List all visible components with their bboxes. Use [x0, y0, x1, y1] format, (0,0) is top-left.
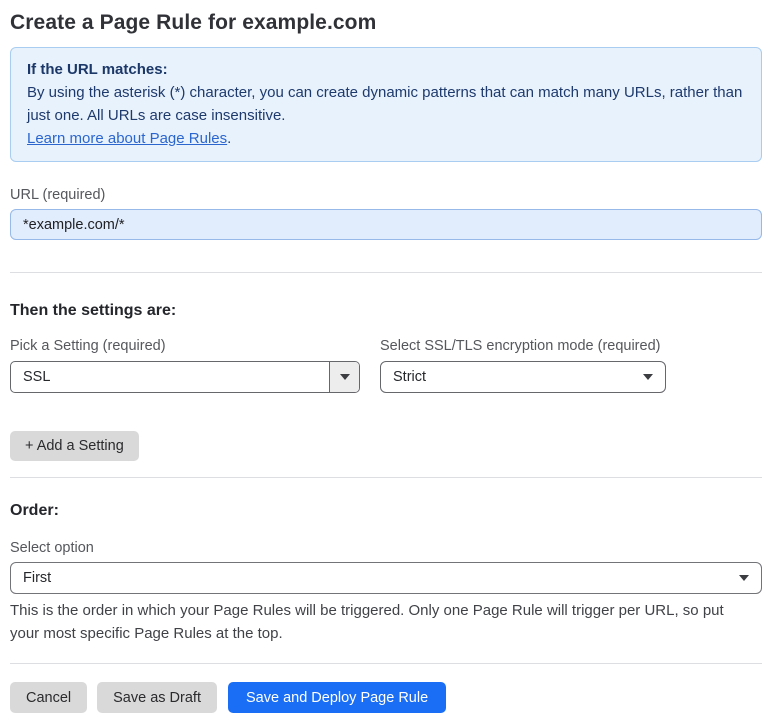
order-select-label: Select option: [10, 540, 94, 556]
save-draft-button[interactable]: Save as Draft: [97, 682, 217, 713]
settings-section-heading: Then the settings are:: [10, 302, 177, 319]
setting-picker-group: Pick a Setting (required) SSL: [10, 336, 360, 393]
url-field-label: URL (required): [10, 187, 106, 203]
info-box-heading: If the URL matches:: [27, 61, 168, 78]
url-input[interactable]: [10, 209, 762, 240]
url-match-info-box: If the URL matches: By using the asteris…: [10, 47, 762, 162]
footer-actions: Cancel Save as Draft Save and Deploy Pag…: [10, 682, 762, 713]
link-suffix: .: [227, 130, 232, 147]
chevron-down-icon: [643, 374, 665, 380]
save-deploy-button[interactable]: Save and Deploy Page Rule: [227, 682, 447, 713]
learn-more-link[interactable]: Learn more about Page Rules: [27, 130, 227, 147]
info-box-body: By using the asterisk (*) character, you…: [27, 84, 743, 124]
ssl-mode-value: Strict: [393, 369, 427, 385]
chevron-down-icon: [739, 575, 761, 581]
setting-picker-select[interactable]: SSL: [10, 361, 360, 393]
setting-picker-value: SSL: [23, 369, 51, 385]
cancel-button[interactable]: Cancel: [10, 682, 88, 713]
order-select[interactable]: First: [10, 562, 762, 594]
settings-row: Pick a Setting (required) SSL Select SSL…: [10, 336, 762, 393]
add-setting-button[interactable]: + Add a Setting: [10, 431, 139, 461]
order-select-value: First: [23, 570, 52, 586]
info-box-link-line: Learn more about Page Rules.: [27, 127, 745, 150]
page-title: Create a Page Rule for example.com: [10, 11, 377, 34]
divider: [10, 272, 762, 273]
divider: [10, 477, 762, 478]
create-page-rule-form: Create a Page Rule for example.com If th…: [0, 0, 772, 727]
ssl-mode-select[interactable]: Strict: [380, 361, 666, 393]
order-help-text: This is the order in which your Page Rul…: [10, 602, 724, 642]
ssl-mode-picker-label: Select SSL/TLS encryption mode (required…: [380, 338, 661, 354]
order-section-heading: Order:: [10, 502, 59, 519]
divider: [10, 663, 762, 664]
setting-picker-label: Pick a Setting (required): [10, 338, 166, 354]
ssl-mode-picker-group: Select SSL/TLS encryption mode (required…: [380, 336, 666, 393]
chevron-down-icon: [329, 362, 359, 392]
